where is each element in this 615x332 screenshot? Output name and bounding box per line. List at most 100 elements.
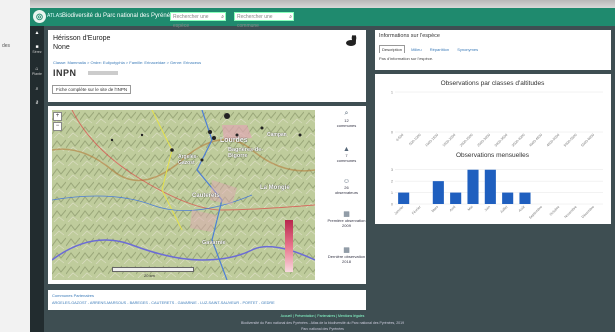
tab-synonymes[interactable]: Synonymes xyxy=(455,46,480,53)
background-text: des xyxy=(2,43,11,49)
species-search-input[interactable]: Rechercher une espèce ⌕ xyxy=(170,12,226,29)
commune-search-placeholder: Rechercher une commune xyxy=(237,14,273,29)
info-body: Pas d'information sur l'espèce. xyxy=(379,56,434,61)
links-panel: Communes Partenaires ARGELES-GAZOST - AR… xyxy=(48,290,366,310)
footer-credits: Biodiversité du Parc national des Pyréné… xyxy=(240,321,405,325)
person-icon: ☺ xyxy=(342,178,351,185)
map-label-bagneres: Bagnères-de-Bigorre xyxy=(228,147,264,159)
species-subtitle: None xyxy=(53,44,70,51)
inpn-logo[interactable]: INPN xyxy=(53,68,77,78)
chart-bar[interactable] xyxy=(467,169,479,204)
altitude-chart-title: Observations par classes d'altitudes xyxy=(440,80,545,87)
footer-links[interactable]: Accueil | Présentation | Partenaires | M… xyxy=(30,314,615,318)
logo-icon[interactable]: ◎ xyxy=(33,10,46,23)
tab-repartition[interactable]: Répartition xyxy=(428,46,451,53)
species-title: Hérisson d'Europe xyxy=(53,35,111,42)
info-title: Informations sur l'espèce xyxy=(379,33,440,39)
x-tick-label: Mai xyxy=(467,205,474,212)
taxonomy-breadcrumb[interactable]: Classe: Mammalia > Ordre: Eulipotyphla >… xyxy=(53,60,201,65)
x-tick-label: Août xyxy=(518,205,526,213)
mountain-icon: ▲ xyxy=(343,146,350,153)
inpn-logo-tagline xyxy=(88,71,118,75)
y-tick-label: 3 xyxy=(391,168,393,172)
y-tick-label: 1 xyxy=(391,191,393,195)
species-info-panel: Informations sur l'espèce Description Mi… xyxy=(375,30,611,70)
stat-last-observation: ▦ Dernière observation 2018 xyxy=(324,246,369,264)
app-title[interactable]: Biodiversité du Parc national des Pyréné… xyxy=(62,13,176,19)
background-window: des xyxy=(0,0,30,332)
sidebar-item-home[interactable]: ▲ xyxy=(30,30,44,36)
search-icon[interactable]: ⌕ xyxy=(289,13,292,22)
map-label-la-mongie: La Mongie xyxy=(260,185,290,191)
x-tick-label: 5000-5500 xyxy=(563,133,578,148)
map-scale-label: 20 km xyxy=(144,273,155,278)
tab-description[interactable]: Description xyxy=(379,45,406,53)
species-header-panel: Hérisson d'Europe None Classe: Mammalia … xyxy=(48,30,366,102)
app-window: ◎ ATLAS Biodiversité du Parc national de… xyxy=(30,8,615,332)
x-tick-label: 4500-5000 xyxy=(546,133,561,148)
stat-label: observateurs xyxy=(334,190,359,195)
sidebar-item-label: Plante xyxy=(32,72,42,76)
monthly-chart-title: Observations mensuelles xyxy=(456,152,529,159)
chart-bar[interactable] xyxy=(484,169,496,204)
sidebar-item-link[interactable]: ∂ xyxy=(30,100,44,106)
hedgehog-icon xyxy=(346,35,357,46)
top-navbar: ◎ ATLAS Biodiversité du Parc national de… xyxy=(30,8,615,29)
distribution-map[interactable]: Lourdes Bagnères-de-Bigorre Argelès-Gazo… xyxy=(52,110,315,280)
y-tick-label: 0 xyxy=(391,131,393,135)
sidebar-item-search[interactable]: ⌕ xyxy=(30,86,44,92)
chart-bar[interactable] xyxy=(502,192,514,204)
x-tick-label: 3000-3500 xyxy=(494,133,509,148)
map-label-argeles: Argelès-Gazost xyxy=(178,154,199,166)
y-tick-label: 1 xyxy=(391,91,393,95)
communes-list[interactable]: ARGELES-GAZOST - ARRENS-MARSOUS - BAREGE… xyxy=(52,301,275,305)
x-tick-label: 2500-3000 xyxy=(476,133,491,148)
y-tick-label: 2 xyxy=(391,180,393,184)
x-tick-label: 1500-2000 xyxy=(442,133,457,148)
map-label-campan: Campan xyxy=(267,132,287,138)
inpn-logo-text: INPN xyxy=(53,68,77,78)
chart-bar[interactable] xyxy=(432,181,444,204)
footer-org: Parc national des Pyrénées xyxy=(301,327,344,331)
stat-first-observation: ▦ Première observation 2009 xyxy=(324,210,369,228)
stat-label: 2018 xyxy=(342,259,351,264)
species-search-placeholder: Rechercher une espèce xyxy=(173,14,209,29)
links-tabs[interactable]: Communes Partenaires xyxy=(52,293,94,298)
stat-communes-2: ▲ 7 communes xyxy=(324,146,369,163)
link-icon: ∂ xyxy=(35,100,39,106)
y-tick-label: 0 xyxy=(391,203,393,207)
map-label-gavarnie: Gavarnie xyxy=(202,240,226,246)
map-density-legend xyxy=(285,220,293,272)
x-tick-label: Juin xyxy=(484,205,491,212)
tab-milieu[interactable]: Milieu xyxy=(409,46,423,53)
sidebar-item-plante[interactable]: ⌂ Plante xyxy=(30,66,44,76)
chart-bar[interactable] xyxy=(450,192,462,204)
x-tick-label: 0-500 xyxy=(395,133,404,142)
calendar-icon: ▦ xyxy=(343,247,350,254)
search-icon[interactable]: ⌕ xyxy=(221,13,224,22)
x-tick-label: 500-1000 xyxy=(408,133,421,146)
map-stats: ⌕ 12 communes ▲ 7 communes ☺ 26 observat… xyxy=(324,106,369,286)
altitude-chart: 0 1 0-500 500-1000 1000-1500 1500-2000 2000-25… xyxy=(391,91,603,148)
zoom-in-icon[interactable]: + xyxy=(53,112,62,121)
home-icon: ▲ xyxy=(34,30,40,36)
x-tick-label: 3500-4000 xyxy=(511,133,526,148)
chart-bar[interactable] xyxy=(398,192,410,204)
zoom-out-icon[interactable]: − xyxy=(53,122,62,131)
search-icon: ⌕ xyxy=(35,86,39,92)
x-tick-label: 1000-1500 xyxy=(424,133,439,148)
stat-label: communes xyxy=(336,158,357,163)
commune-search-input[interactable]: Rechercher une commune ⌕ xyxy=(234,12,294,29)
map-label-lourdes: Lourdes xyxy=(220,137,248,144)
map-panel: Lourdes Bagnères-de-Bigorre Argelès-Gazo… xyxy=(48,106,366,284)
calendar-icon: ▦ xyxy=(343,211,350,218)
inpn-fiche-button[interactable]: Fiche complète sur le site de l'INPN xyxy=(52,85,132,94)
map-label-cauterets: Cauterets xyxy=(192,193,220,199)
charts-panel: Observations par classes d'altitudes 010… xyxy=(375,74,611,224)
logo-text: ATLAS xyxy=(47,13,63,19)
x-tick-label: Octobre xyxy=(549,205,561,217)
map-zoom-controls: + − xyxy=(53,112,62,132)
stat-communes: ⌕ 12 communes xyxy=(324,110,369,128)
chart-bar[interactable] xyxy=(519,192,531,204)
sidebar-item-sérez[interactable]: ■ Sérez xyxy=(30,44,44,54)
